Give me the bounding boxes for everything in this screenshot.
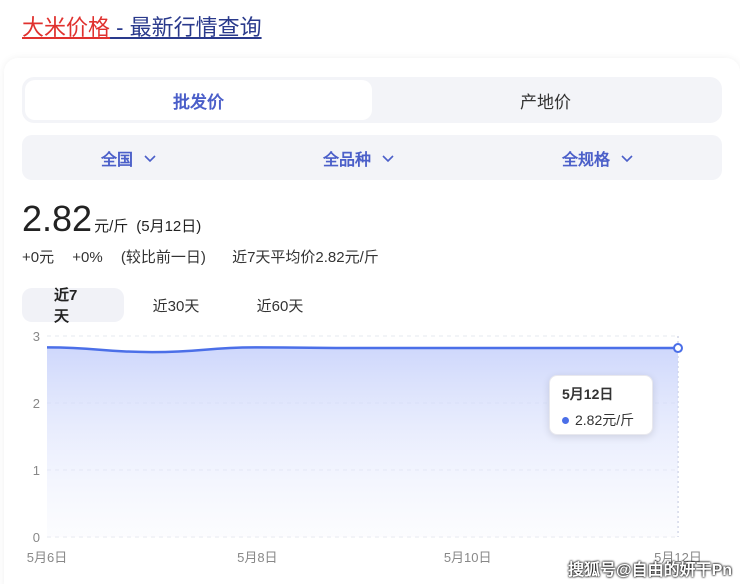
tab-origin[interactable]: 产地价 xyxy=(372,80,719,120)
variety-filter[interactable]: 全品种 xyxy=(323,135,395,180)
price-change: +0元 +0% (较比前一日) 近7天平均价2.82元/斤 xyxy=(22,246,393,267)
watermark: 搜狐号@自由的妍干Pn xyxy=(568,562,733,579)
y-tick-label: 1 xyxy=(33,463,40,478)
tooltip-value-row: 2.82元/斤 xyxy=(562,410,640,430)
tab-30-days[interactable]: 近30天 xyxy=(124,288,228,322)
chevron-down-icon xyxy=(382,154,394,162)
tooltip-date: 5月12日 xyxy=(562,386,614,402)
region-filter-label: 全国 xyxy=(101,151,134,169)
y-tick-label: 0 xyxy=(33,530,40,545)
period-tabs: 近7天 近30天 近60天 xyxy=(22,287,332,325)
x-tick-label: 5月8日 xyxy=(237,550,277,565)
x-tick-label: 5月10日 xyxy=(444,550,492,565)
current-price: 2.82 xyxy=(22,198,93,239)
change-absolute: +0元 xyxy=(22,249,55,266)
title-link[interactable]: 大米价格 xyxy=(22,15,110,40)
y-tick-label: 2 xyxy=(33,396,40,411)
price-summary: 2.82 元/斤 (5月12日) xyxy=(22,198,201,240)
average-price: 近7天平均价2.82元/斤 xyxy=(232,249,379,266)
variety-filter-label: 全品种 xyxy=(323,151,372,169)
change-percent: +0% xyxy=(72,249,103,266)
x-tick-label: 5月6日 xyxy=(27,550,67,565)
tooltip-value: 2.82元/斤 xyxy=(575,412,635,428)
chart-tooltip: 5月12日 2.82元/斤 xyxy=(549,375,653,435)
tab-7-days[interactable]: 近7天 xyxy=(22,287,124,325)
filter-bar: 全国 全品种 全规格 xyxy=(22,135,722,180)
price-date: (5月12日) xyxy=(136,218,202,235)
chevron-down-icon xyxy=(621,154,633,162)
spec-filter-label: 全规格 xyxy=(562,151,611,169)
data-point[interactable] xyxy=(673,343,683,354)
region-filter[interactable]: 全国 xyxy=(101,135,157,180)
change-basis: (较比前一日) xyxy=(120,249,206,266)
chevron-down-icon xyxy=(144,154,156,162)
price-trend-chart[interactable]: 0 1 2 3 5月6日 5月8日 5月10日 5月12日 xyxy=(0,326,740,584)
title-subtitle-link[interactable]: - 最新行情查询 xyxy=(110,15,261,40)
spec-filter[interactable]: 全规格 xyxy=(562,135,634,180)
price-unit: 元/斤 xyxy=(94,218,129,235)
series-dot-icon xyxy=(562,416,569,424)
tab-wholesale[interactable]: 批发价 xyxy=(25,80,372,120)
y-tick-label: 3 xyxy=(33,329,40,344)
page-title: 大米价格 - 最新行情查询 xyxy=(22,10,262,42)
tab-60-days[interactable]: 近60天 xyxy=(228,288,332,322)
price-type-tabs: 批发价 产地价 xyxy=(22,77,722,123)
